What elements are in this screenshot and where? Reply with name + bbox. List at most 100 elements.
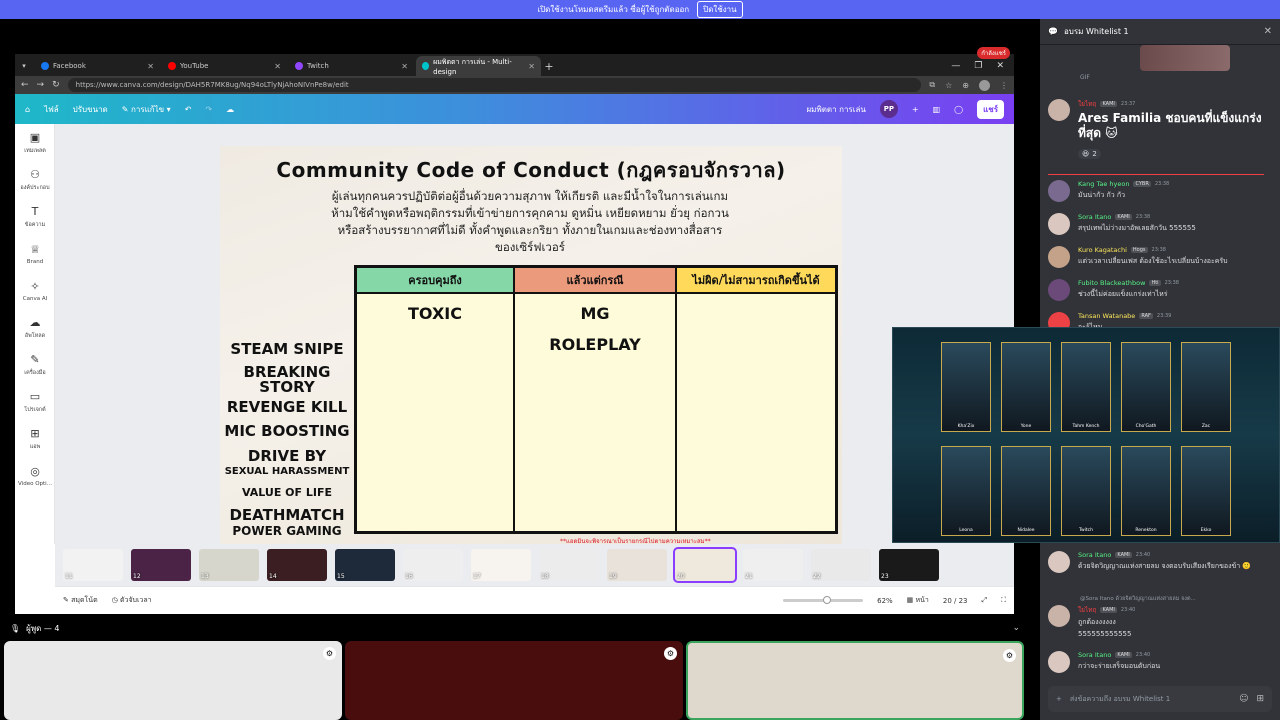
document-name[interactable]: ผมพิตตา การเล่น bbox=[806, 103, 865, 116]
message-input[interactable]: + ส่งข้อความถึง อบรม Whitelist 1 ☺ ⊞ bbox=[1048, 686, 1272, 712]
avatar[interactable] bbox=[1048, 651, 1070, 673]
participant-tile[interactable]: ⚙ bbox=[345, 641, 683, 720]
slide-title[interactable]: Community Code of Conduct (กฎครอบจักรวาล… bbox=[220, 154, 842, 186]
sidebar-item-uploads[interactable]: ☁ อัพโหลด bbox=[15, 309, 55, 346]
sidebar-item-text[interactable]: T ข้อความ bbox=[15, 198, 55, 235]
author-name[interactable]: ใยไทฤ bbox=[1078, 99, 1096, 109]
thumbnail[interactable]: 16 bbox=[403, 549, 463, 581]
minimize-icon[interactable]: — bbox=[951, 61, 960, 71]
url-field[interactable]: https://www.canva.com/design/DAH5R7MK8ug… bbox=[67, 78, 922, 92]
thumbnail[interactable]: 21 bbox=[743, 549, 803, 581]
menu-dots-icon[interactable]: ⋮ bbox=[1000, 81, 1008, 90]
author-name[interactable]: Sora Itano bbox=[1078, 551, 1111, 559]
chat-message[interactable]: Kang Tae hyeon CYBR 23:38 มันน่ากัว กัว กัว bbox=[1048, 180, 1272, 202]
tab-facebook[interactable]: Facebook ✕ bbox=[35, 56, 160, 76]
thumbnail-selected[interactable]: 20 bbox=[673, 547, 737, 583]
pages-button[interactable]: ▦ หน้า bbox=[907, 595, 929, 606]
participant-tile-speaking[interactable]: ⚙ bbox=[686, 641, 1024, 720]
user-avatar[interactable]: PP bbox=[879, 100, 898, 118]
avatar[interactable] bbox=[1048, 99, 1070, 121]
thumbnail[interactable]: 12 bbox=[131, 549, 191, 581]
settings-icon[interactable]: ⚙ bbox=[664, 647, 677, 660]
chat-message[interactable]: Sora Itano KAMI 23:38 สรุปเทพไม่ว่างมาอัพเล… bbox=[1048, 213, 1272, 235]
sidebar-item-templates[interactable]: ▣ เทมเพลต bbox=[15, 124, 55, 161]
participant-tile[interactable]: ⚙ bbox=[4, 641, 342, 720]
behavior-item[interactable]: BREAKING STORY bbox=[220, 365, 354, 395]
expand-icon[interactable]: ⤢ bbox=[981, 596, 987, 605]
behavior-item[interactable]: REVENGE KILL bbox=[220, 400, 354, 415]
zoom-handle[interactable] bbox=[823, 596, 832, 604]
sidebar-item-elements[interactable]: ⚇ องค์ประกอบ bbox=[15, 161, 55, 198]
zoom-level[interactable]: 62% bbox=[877, 597, 893, 605]
thumbnail[interactable]: 13 bbox=[199, 549, 259, 581]
file-menu[interactable]: ไฟล์ bbox=[44, 103, 59, 116]
behavior-item[interactable]: VALUE OF LIFE bbox=[220, 487, 354, 498]
chat-message[interactable]: ใยไทฤ KAMI 23:40 ถูกต้องงงงงง 555555555555 bbox=[1048, 605, 1272, 639]
author-name[interactable]: Tansan Watanabe bbox=[1078, 312, 1135, 320]
back-icon[interactable]: ← bbox=[21, 80, 29, 90]
tab-canva[interactable]: ผมพิตตา การเล่น - Multi-design ✕ bbox=[416, 56, 541, 76]
share-button[interactable]: แชร์ bbox=[977, 99, 1004, 119]
behavior-item[interactable]: MIC BOOSTING bbox=[220, 424, 354, 439]
sidebar-item-video-opti[interactable]: ◎ Video Opti... bbox=[15, 457, 55, 494]
extensions-icon[interactable]: ⊕ bbox=[962, 81, 969, 90]
emoji-picker-icon[interactable]: ☺ bbox=[1239, 694, 1248, 704]
author-name[interactable]: Kang Tae hyeon bbox=[1078, 180, 1129, 188]
home-icon[interactable]: ⌂ bbox=[25, 105, 30, 114]
chevron-down-icon[interactable]: ⌄ bbox=[1012, 623, 1020, 633]
tab-twitch[interactable]: Twitch ✕ bbox=[289, 56, 414, 76]
thumbnail[interactable]: 18 bbox=[539, 549, 599, 581]
close-tab-icon[interactable]: ✕ bbox=[401, 62, 408, 71]
avatar[interactable] bbox=[1048, 246, 1070, 268]
thumbnail[interactable]: 15 bbox=[335, 549, 395, 581]
apps-icon[interactable]: ⊞ bbox=[1256, 694, 1264, 704]
author-name[interactable]: ใยไทฤ bbox=[1078, 605, 1096, 615]
sidebar-item-brand[interactable]: ♕ Brand bbox=[15, 235, 55, 272]
settings-icon[interactable]: ⚙ bbox=[1003, 649, 1016, 662]
fullscreen-icon[interactable]: ⛶ bbox=[1001, 596, 1006, 605]
thumbnail[interactable]: 23 bbox=[879, 549, 939, 581]
comment-icon[interactable]: ◯ bbox=[954, 105, 963, 114]
avatar[interactable] bbox=[1048, 279, 1070, 301]
sidebar-item-projects[interactable]: ▭ โปรเจกต์ bbox=[15, 383, 55, 420]
behavior-item[interactable]: STEAM SNIPE bbox=[220, 342, 354, 357]
tab-search-icon[interactable]: ▾ bbox=[15, 56, 33, 76]
install-icon[interactable]: ⧉ bbox=[929, 80, 935, 90]
behavior-item[interactable]: SEXUAL HARASSMENT bbox=[220, 467, 354, 477]
slide-body-text[interactable]: ผู้เล่นทุกคนควรปฏิบัติต่อผู้อื่นด้วยความ… bbox=[330, 188, 730, 256]
reaction-button[interactable]: 😆 2 bbox=[1078, 149, 1101, 159]
thumbnail[interactable]: 11 bbox=[63, 549, 123, 581]
cloud-save-icon[interactable]: ☁ bbox=[226, 105, 234, 114]
behavior-item[interactable]: DRIVE BY bbox=[220, 449, 354, 464]
avatar[interactable] bbox=[1048, 213, 1070, 235]
add-collaborator-icon[interactable]: + bbox=[912, 105, 919, 114]
author-name[interactable]: Sora Itano bbox=[1078, 651, 1111, 659]
insights-icon[interactable]: ▥ bbox=[933, 105, 941, 114]
thumbnail[interactable]: 14 bbox=[267, 549, 327, 581]
thumbnail[interactable]: 19 bbox=[607, 549, 667, 581]
sidebar-item-canva-ai[interactable]: ✧ Canva AI bbox=[15, 272, 55, 309]
resize-menu[interactable]: ปรับขนาด bbox=[73, 103, 108, 116]
conduct-table[interactable]: ครอบคุมถึง แล้วแต่กรณี ไม่ผิด/ไม่สามารถเ… bbox=[354, 265, 838, 534]
sidebar-item-apps[interactable]: ⊞ แอพ bbox=[15, 420, 55, 457]
editing-menu[interactable]: ✎ การแก้ไข ▾ bbox=[122, 103, 171, 116]
reply-preview[interactable]: @Sora Itano ด้วยจิตวิญญาณแห่งสายลม จงต..… bbox=[1080, 595, 1270, 603]
notes-button[interactable]: ✎ สมุดโน้ต bbox=[63, 595, 98, 606]
settings-icon[interactable]: ⚙ bbox=[323, 647, 336, 660]
chat-message[interactable]: Sora Itano KAMI 23:40 กว่าจะร่ายเสร็จมอนดับ… bbox=[1048, 651, 1272, 673]
author-name[interactable]: Fubito Blackeathbow bbox=[1078, 279, 1145, 287]
sidebar-item-tools[interactable]: ✎ เครื่องมือ bbox=[15, 346, 55, 383]
zoom-slider[interactable] bbox=[783, 596, 864, 604]
close-icon[interactable]: ✕ bbox=[1264, 26, 1272, 37]
redo-icon[interactable]: ↷ bbox=[205, 105, 212, 114]
avatar[interactable] bbox=[1048, 605, 1070, 627]
close-window-icon[interactable]: ✕ bbox=[996, 61, 1004, 71]
new-tab-button[interactable]: + bbox=[541, 56, 557, 76]
timer-button[interactable]: ◷ ตัวจับเวลา bbox=[112, 595, 152, 606]
close-tab-icon[interactable]: ✕ bbox=[147, 62, 154, 71]
chat-message[interactable]: ใยไทฤ KAMI 23:37 Ares Familia ชอบคนที่แข็ง… bbox=[1048, 99, 1272, 160]
behavior-item[interactable]: DEATHMATCH bbox=[220, 508, 354, 523]
profile-avatar[interactable] bbox=[979, 79, 990, 91]
restore-icon[interactable]: ❐ bbox=[974, 61, 982, 71]
chat-message[interactable]: Kuro Kagatachi Hogs 23:38 แต่วเวลาเปลี่ยนเฟ… bbox=[1048, 246, 1272, 268]
